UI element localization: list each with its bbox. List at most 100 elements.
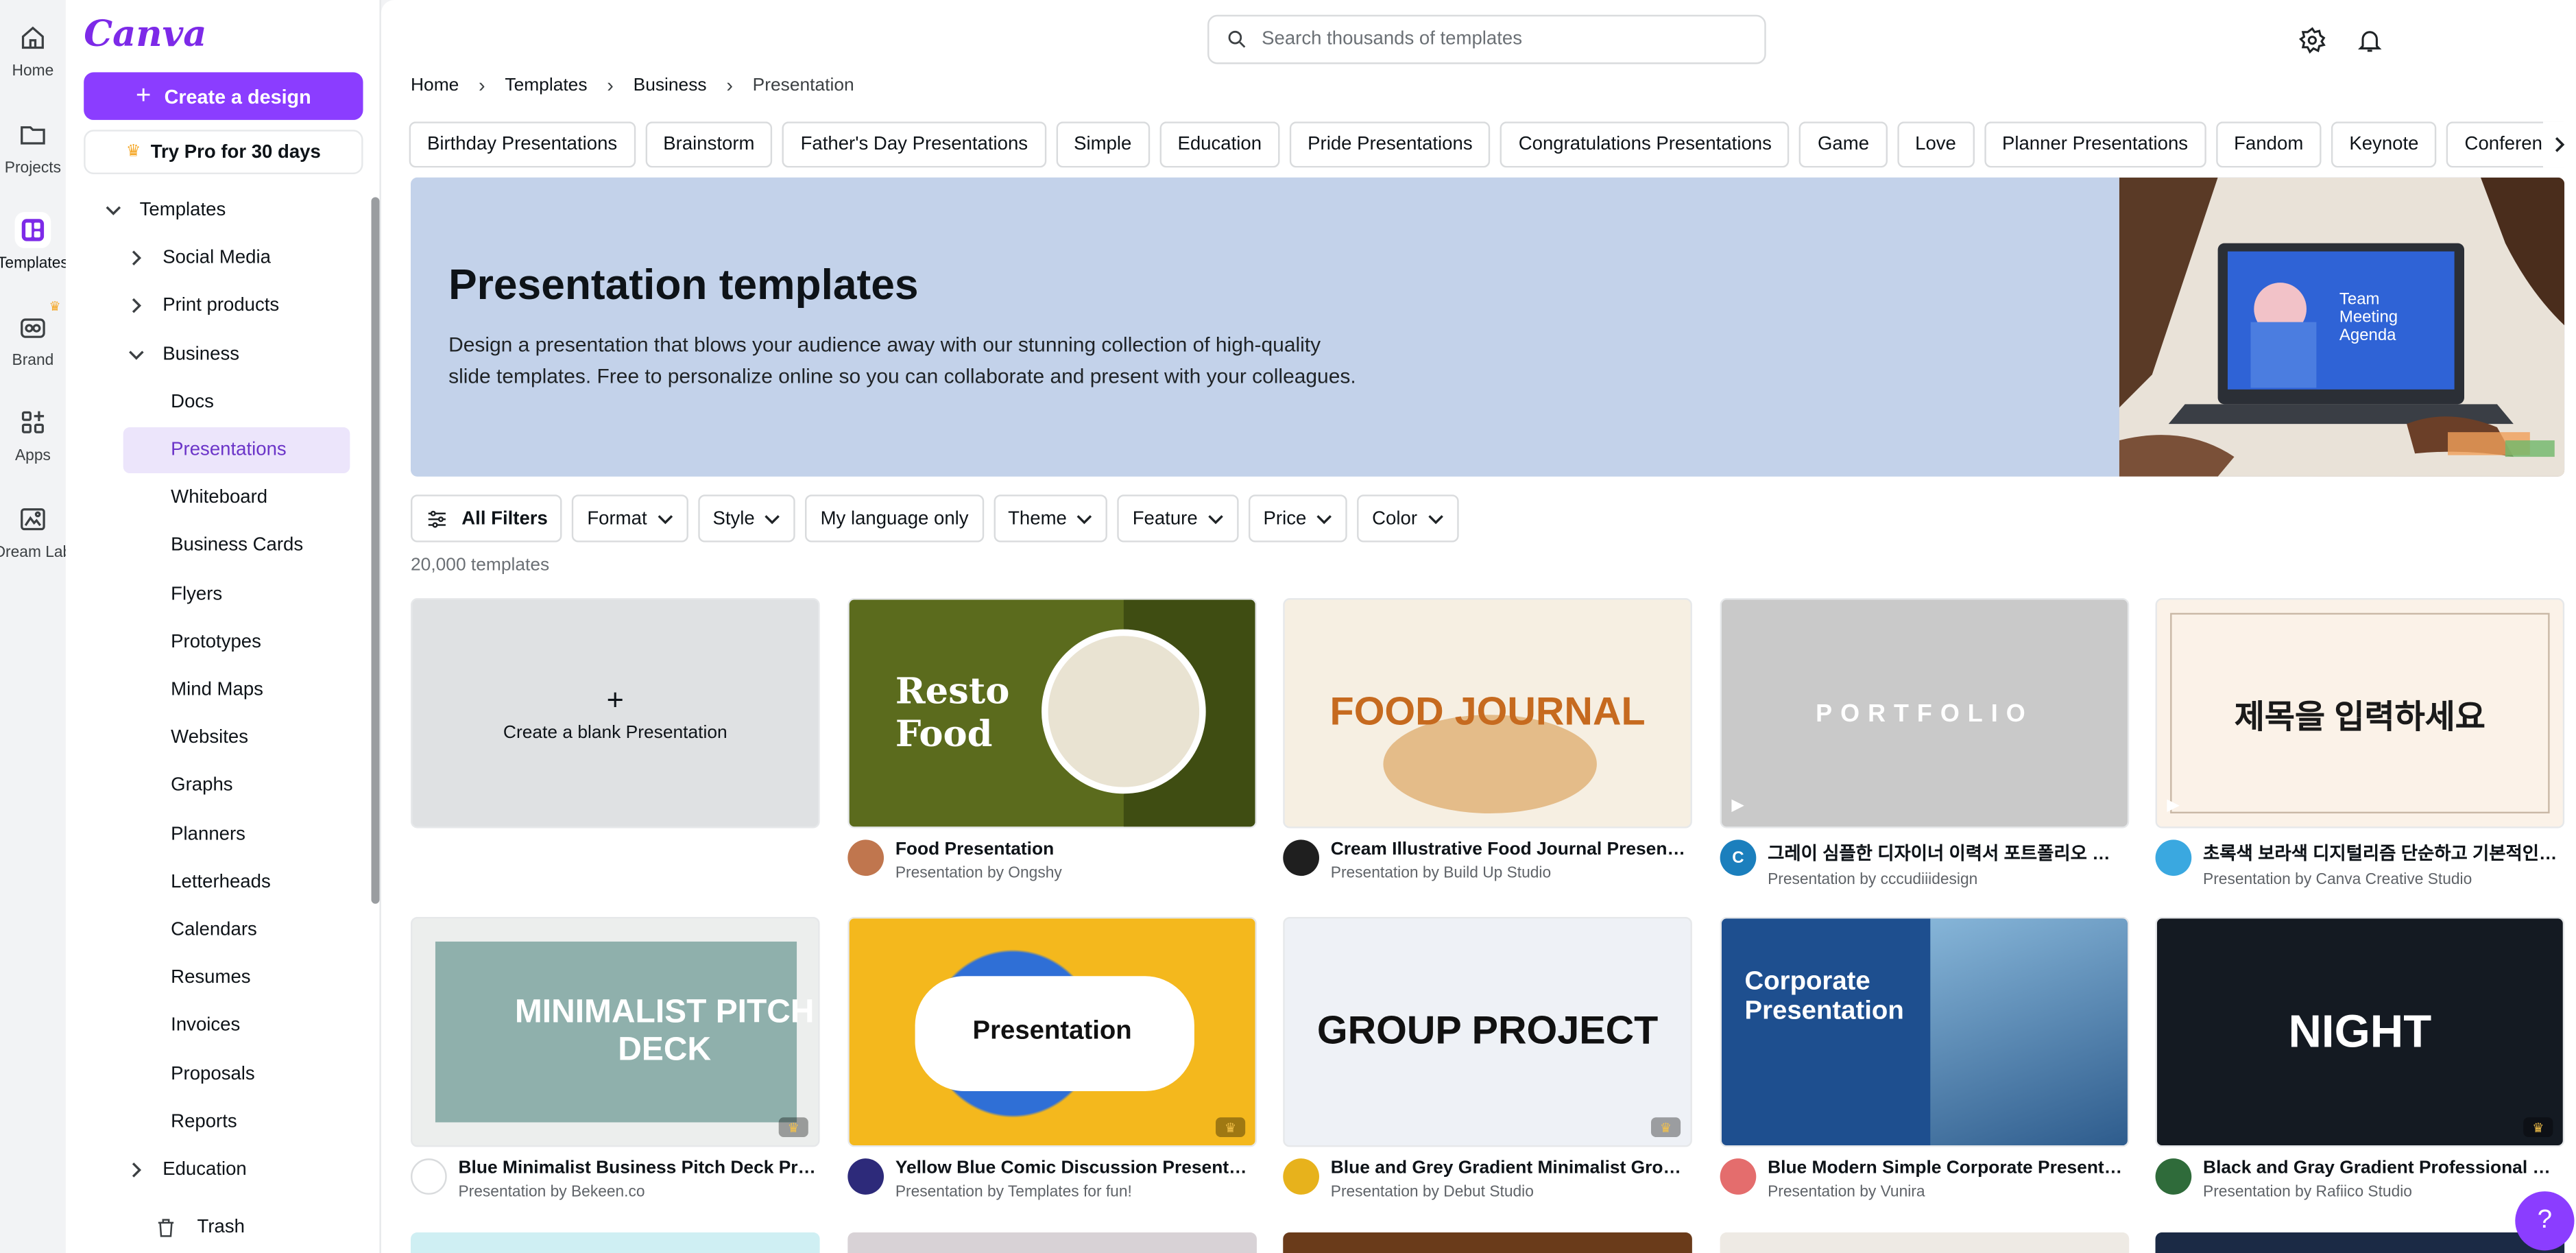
creator-avatar[interactable] xyxy=(411,1158,447,1195)
tree-item[interactable]: Websites xyxy=(123,715,350,761)
template-thumbnail[interactable]: PORTFOLIO ▶ xyxy=(1720,598,2130,828)
template-title[interactable]: Food Presentation xyxy=(895,839,1253,859)
rail-dream-lab[interactable]: Dream Lab xyxy=(0,501,71,562)
template-title[interactable]: Blue Modern Simple Corporate Presentatio… xyxy=(1768,1158,2126,1178)
creator-avatar[interactable] xyxy=(1283,1158,1319,1195)
creator-avatar[interactable] xyxy=(847,839,884,876)
template-card[interactable]: Resto Food Food Presentation Presentation … xyxy=(847,598,1257,883)
template-card[interactable]: GROUP PROJECT ♛ Blue and Grey Gradient Min… xyxy=(1283,916,1692,1201)
filter-dropdown[interactable]: Feature xyxy=(1118,494,1239,542)
search-input[interactable] xyxy=(1262,29,1722,49)
template-thumbnail[interactable]: FOOD JOURNAL xyxy=(1283,598,1692,828)
chevron-right-icon[interactable] xyxy=(125,247,148,270)
tree-item[interactable]: Resumes xyxy=(123,955,350,1001)
template-author[interactable]: Presentation by Canva Creative Studio xyxy=(2203,871,2561,889)
template-card[interactable]: FOOD JOURNAL Cream Illustrative Food Jour… xyxy=(1283,598,1692,883)
trash-button[interactable]: Trash xyxy=(154,1216,245,1239)
rail-apps[interactable]: Apps xyxy=(0,404,66,465)
tree-item[interactable]: Docs xyxy=(123,379,350,425)
template-title[interactable]: Blue and Grey Gradient Minimalist Group … xyxy=(1331,1158,1689,1178)
tree-item[interactable]: Business Cards xyxy=(123,523,350,569)
try-pro-button[interactable]: ♛ Try Pro for 30 days xyxy=(84,130,363,174)
rail-projects[interactable]: Projects xyxy=(0,117,66,178)
category-chip[interactable]: Congratulations Presentations xyxy=(1500,121,1790,168)
template-card[interactable]: MINIMALIST PITCH DECK ♛ Blue Minimalist Bu… xyxy=(411,916,820,1201)
template-thumbnail-partial[interactable] xyxy=(1720,1232,2130,1253)
template-author[interactable]: Presentation by cccudiiidesign xyxy=(1768,871,2126,889)
template-thumbnail[interactable]: Corporate Presentation xyxy=(1720,916,2130,1147)
template-card[interactable]: NIGHT ♛ Black and Gray Gradient Profession… xyxy=(2155,916,2565,1201)
tree-item[interactable]: Planners xyxy=(123,811,350,857)
template-title[interactable]: Black and Gray Gradient Professional Pre… xyxy=(2203,1158,2561,1178)
tree-item[interactable]: Business xyxy=(66,331,361,377)
category-chip[interactable]: Education xyxy=(1159,121,1280,168)
tree-item[interactable]: Whiteboard xyxy=(123,475,350,521)
template-title[interactable]: 그레이 심플한 디자이너 이력서 포트폴리오 프레젠테이션 xyxy=(1768,839,2126,866)
tree-item[interactable]: Reports xyxy=(123,1099,350,1145)
template-title[interactable]: Blue Minimalist Business Pitch Deck Pres… xyxy=(458,1158,816,1178)
category-chip[interactable]: Love xyxy=(1897,121,1975,168)
template-thumbnail[interactable]: MINIMALIST PITCH DECK ♛ xyxy=(411,916,820,1147)
category-chip[interactable]: Keynote xyxy=(2331,121,2437,168)
tree-item[interactable]: Proposals xyxy=(123,1051,350,1097)
template-card[interactable]: PORTFOLIO ▶ C 그레이 심플한 디자이너 이력서 포트폴리오 프레젠테이션… xyxy=(1720,598,2130,889)
filter-dropdown[interactable]: Theme xyxy=(993,494,1108,542)
template-thumbnail[interactable]: NIGHT ♛ xyxy=(2155,916,2565,1147)
settings-button[interactable] xyxy=(2295,23,2328,56)
tree-item[interactable]: Invoices xyxy=(123,1003,350,1049)
template-title[interactable]: Cream Illustrative Food Journal Presenta… xyxy=(1331,839,1689,859)
category-chip[interactable]: Simple xyxy=(1055,121,1150,168)
category-chip[interactable]: Birthday Presentations xyxy=(409,121,636,168)
template-title[interactable]: Yellow Blue Comic Discussion Presentatio… xyxy=(895,1158,1253,1178)
tree-item[interactable]: Templates xyxy=(66,187,361,233)
blank-presentation-card[interactable]: + Create a blank Presentation xyxy=(411,598,820,828)
tree-item[interactable]: Flyers xyxy=(123,571,350,617)
template-author[interactable]: Presentation by Templates for fun! xyxy=(895,1183,1253,1201)
breadcrumb-business[interactable]: Business xyxy=(634,75,707,95)
category-chip[interactable]: Planner Presentations xyxy=(1984,121,2206,168)
template-thumbnail-partial[interactable] xyxy=(411,1232,820,1253)
category-chip[interactable]: Brainstorm xyxy=(645,121,773,168)
chevron-down-icon[interactable] xyxy=(102,199,125,222)
chevron-down-icon[interactable] xyxy=(125,343,148,366)
tree-item[interactable]: Calendars xyxy=(123,907,350,953)
search-bar[interactable] xyxy=(1207,14,1766,64)
chips-next-button[interactable] xyxy=(2543,121,2576,168)
category-chip[interactable]: Fandom xyxy=(2215,121,2322,168)
blank-thumbnail[interactable]: + Create a blank Presentation xyxy=(411,598,820,828)
template-thumbnail[interactable]: GROUP PROJECT ♛ xyxy=(1283,916,1692,1147)
filter-dropdown[interactable]: Style xyxy=(697,494,796,542)
template-thumbnail[interactable]: Resto Food xyxy=(847,598,1257,828)
creator-avatar[interactable] xyxy=(847,1158,884,1195)
template-thumbnail[interactable]: Presentation ♛ xyxy=(847,916,1257,1147)
filter-dropdown[interactable]: Price xyxy=(1248,494,1348,542)
template-author[interactable]: Presentation by Build Up Studio xyxy=(1331,864,1689,882)
creator-avatar[interactable] xyxy=(1283,839,1319,876)
creator-avatar[interactable]: C xyxy=(1720,839,1757,876)
template-thumbnail-partial[interactable] xyxy=(1283,1232,1692,1253)
tree-item[interactable]: Print products xyxy=(66,283,361,329)
creator-avatar[interactable] xyxy=(2155,1158,2192,1195)
template-author[interactable]: Presentation by Ongshy xyxy=(895,864,1253,882)
template-author[interactable]: Presentation by Vunira xyxy=(1768,1183,2126,1201)
canva-logo[interactable]: Canva xyxy=(84,13,206,56)
rail-home[interactable]: Home xyxy=(0,20,66,80)
template-card[interactable]: Corporate Presentation Blue Modern Simple… xyxy=(1720,916,2130,1201)
creator-avatar[interactable] xyxy=(2155,839,2192,876)
all-filters-button[interactable]: All Filters xyxy=(411,494,563,542)
category-chip[interactable]: Father's Day Presentations xyxy=(782,121,1046,168)
tree-item[interactable]: Education xyxy=(66,1147,361,1193)
template-author[interactable]: Presentation by Debut Studio xyxy=(1331,1183,1689,1201)
breadcrumb-templates[interactable]: Templates xyxy=(505,75,587,95)
filter-dropdown[interactable]: My language only xyxy=(806,494,984,542)
create-design-button[interactable]: + Create a design xyxy=(84,72,363,120)
tree-item[interactable]: Social Media xyxy=(66,235,361,281)
notifications-button[interactable] xyxy=(2352,23,2385,56)
template-thumbnail-partial[interactable] xyxy=(2155,1232,2565,1253)
template-card[interactable]: Presentation ♛ Yellow Blue Comic Discussio… xyxy=(847,916,1257,1201)
panel-scrollbar[interactable] xyxy=(371,197,380,904)
rail-brand[interactable]: ♛ Brand xyxy=(0,299,66,370)
filter-dropdown[interactable]: Format xyxy=(572,494,688,542)
tree-item[interactable]: Mind Maps xyxy=(123,667,350,713)
filter-dropdown[interactable]: Color xyxy=(1357,494,1458,542)
